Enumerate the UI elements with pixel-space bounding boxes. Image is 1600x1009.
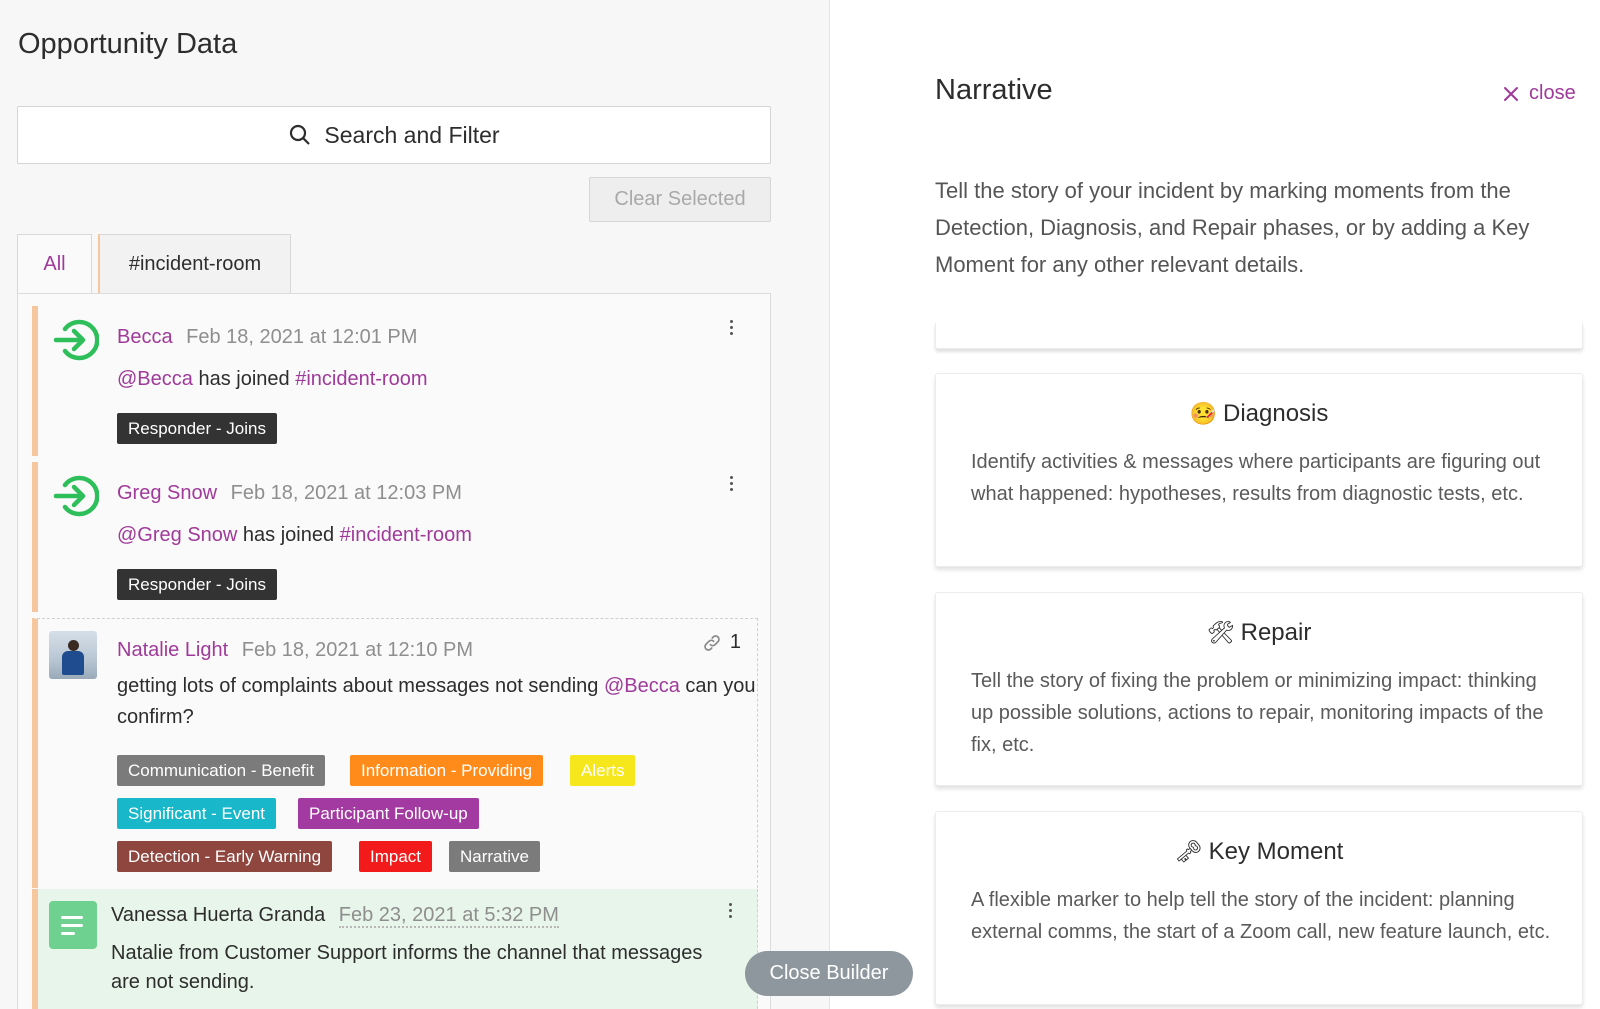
narrative-title: Narrative [935,74,1053,106]
message-meta: Vanessa Huerta Granda Feb 23, 2021 at 5:… [111,904,559,928]
tag-detection-early-warning[interactable]: Detection - Early Warning [117,841,333,872]
card-title-text: Diagnosis [1223,400,1329,427]
channel-mention[interactable]: #incident-room [340,524,472,546]
message-author[interactable]: Natalie Light [117,639,228,661]
message-body: Natalie from Customer Support informs th… [111,942,703,993]
tag-information-providing[interactable]: Information - Providing [350,755,544,786]
message-item[interactable]: Greg Snow Feb 18, 2021 at 12:03 PM @Greg… [32,462,758,612]
clear-selected-button[interactable]: Clear Selected [589,177,771,222]
user-mention[interactable]: @Greg Snow [117,524,237,546]
card-title-text: Key Moment [1208,838,1344,865]
repair-card[interactable]: 🛠 Repair Tell the story of fixing the pr… [935,592,1583,786]
card-title: 🗝 Key Moment [936,838,1582,866]
card-description: Tell the story of fixing the problem or … [971,670,1544,756]
message-item[interactable]: Becca Feb 18, 2021 at 12:01 PM @Becca ha… [32,306,758,456]
close-builder-button[interactable]: Close Builder [745,951,913,996]
search-icon [290,124,311,145]
link-icon [704,634,720,651]
search-and-filter-button[interactable]: Search and Filter [17,106,771,164]
message-text: has joined [198,368,290,390]
diagnosis-card[interactable]: 🤒 Diagnosis Identify activities & messag… [935,373,1583,567]
opportunity-data-panel: Opportunity Data Search and Filter Clear… [0,0,830,1009]
join-arrow-icon [53,319,99,361]
close-label: close [1529,82,1576,104]
tab-all[interactable]: All [17,234,92,294]
message-timestamp[interactable]: Feb 23, 2021 at 5:32 PM [338,904,559,928]
key-icon: 🗝 [1174,839,1203,865]
message-body: getting lots of complaints about message… [117,671,757,733]
card-title: 🛠 Repair [936,619,1582,647]
avatar [49,631,97,679]
card-title: 🤒 Diagnosis [936,400,1582,428]
message-timestamp: Feb 18, 2021 at 12:01 PM [186,326,418,348]
message-meta: Natalie Light Feb 18, 2021 at 12:10 PM [117,639,473,662]
note-item[interactable]: Vanessa Huerta Granda Feb 23, 2021 at 5:… [32,889,758,1009]
tag-alerts[interactable]: Alerts [570,755,636,786]
narrative-panel: Narrative close Tell the story of your i… [831,0,1600,1009]
link-count[interactable]: 1 [702,631,741,654]
tag-communication-benefit[interactable]: Communication - Benefit [117,755,326,786]
user-mention[interactable]: @Becca [604,675,680,697]
tag-participant-follow-up[interactable]: Participant Follow-up [298,798,479,829]
message-feed[interactable]: Becca Feb 18, 2021 at 12:01 PM @Becca ha… [17,293,771,1009]
tag-narrative[interactable]: Narrative [449,841,540,872]
message-meta: Greg Snow Feb 18, 2021 at 12:03 PM [117,482,462,505]
message-timestamp: Feb 18, 2021 at 12:10 PM [241,639,474,661]
tools-icon: 🛠 [1206,620,1235,646]
channel-mention[interactable]: #incident-room [295,368,427,390]
tag-significant-event[interactable]: Significant - Event [117,798,277,829]
more-options-icon[interactable] [730,476,734,492]
close-icon [1504,86,1518,101]
message-item[interactable]: Natalie Light Feb 18, 2021 at 12:10 PM 1… [32,618,758,888]
join-arrow-icon [53,475,99,517]
tag-impact[interactable]: Impact [359,841,433,872]
note-icon [49,901,97,949]
message-text: has joined [242,524,335,546]
tab-incident-room[interactable]: #incident-room [98,234,291,294]
close-button[interactable]: close [1503,82,1576,105]
card-title-text: Repair [1240,619,1312,646]
message-body: @Becca has joined #incident-room [117,364,757,395]
tag-responder-joins[interactable]: Responder - Joins [117,569,277,600]
more-options-icon[interactable] [730,320,734,336]
more-options-icon[interactable] [729,903,733,919]
detection-card-partial[interactable] [935,323,1583,349]
message-author[interactable]: Becca [117,326,173,348]
message-text: getting lots of complaints about message… [117,675,599,697]
message-author[interactable]: Vanessa Huerta Granda [111,904,325,926]
message-timestamp: Feb 18, 2021 at 12:03 PM [230,482,462,504]
link-count-value: 1 [729,631,741,653]
key-moment-card[interactable]: 🗝 Key Moment A flexible marker to help t… [935,811,1583,1005]
message-body: @Greg Snow has joined #incident-room [117,520,757,551]
card-description: A flexible marker to help tell the story… [971,889,1551,943]
sick-face-icon: 🤒 [1189,401,1217,427]
card-description: Identify activities & messages where par… [971,451,1541,505]
message-author[interactable]: Greg Snow [117,482,217,504]
tag-responder-joins[interactable]: Responder - Joins [117,413,277,444]
user-mention[interactable]: @Becca [117,368,193,390]
message-meta: Becca Feb 18, 2021 at 12:01 PM [117,326,417,349]
page-title: Opportunity Data [18,28,238,60]
narrative-intro: Tell the story of your incident by marki… [935,178,1530,277]
search-label: Search and Filter [324,121,500,148]
channel-tabs: All #incident-room [17,234,291,294]
